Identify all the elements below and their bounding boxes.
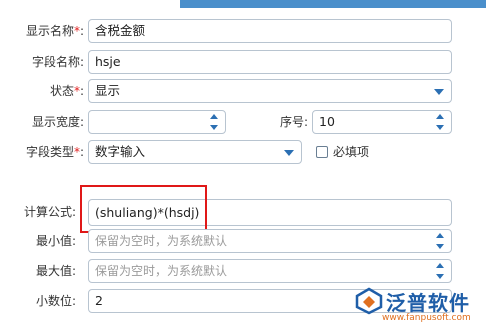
sequence-stepper[interactable] [436,114,444,130]
spin-up-icon[interactable] [210,114,218,119]
spin-up-icon[interactable] [436,233,444,238]
spin-up-icon[interactable] [436,263,444,268]
spin-up-icon[interactable] [436,114,444,119]
status-value: 显示 [95,83,121,98]
field-type-select[interactable]: 数字输入 [88,140,302,164]
status-label: 状态*: [49,84,84,98]
sequence-input[interactable]: 10 [312,110,452,134]
display-name-input[interactable]: 含税金额 [88,19,452,43]
chevron-down-icon[interactable] [284,150,294,156]
max-value-label: 最大值: [35,264,76,278]
max-value-stepper[interactable] [436,263,444,279]
logo-mark-icon [355,287,383,315]
max-value-input[interactable]: 保留为空时，为系统默认 [88,259,452,283]
min-value-input[interactable]: 保留为空时，为系统默认 [88,229,452,253]
max-value-placeholder: 保留为空时，为系统默认 [95,264,228,278]
display-width-input[interactable] [88,110,226,134]
field-name-value: hsje [95,54,121,69]
min-value-placeholder: 保留为空时，为系统默认 [95,234,228,248]
spin-down-icon[interactable] [436,125,444,130]
field-type-label: 字段类型*: [25,145,84,159]
brand-name: 泛普软件 [386,291,470,315]
sequence-value: 10 [319,114,335,129]
chevron-down-icon[interactable] [434,89,444,95]
brand-logo: 泛普软件 www.fanpusoft.com [354,285,484,331]
header-accent-bar [180,0,486,8]
decimals-label: 小数位: [35,294,76,308]
highlight-box [80,185,207,233]
sequence-label: 序号: [279,115,308,129]
spin-down-icon[interactable] [436,244,444,249]
display-name-value: 含税金额 [95,23,146,38]
field-type-value: 数字输入 [95,144,146,159]
min-value-stepper[interactable] [436,233,444,249]
display-width-label: 显示宽度: [31,115,84,129]
display-width-stepper[interactable] [210,114,218,130]
field-name-label: 字段名称: [31,55,84,69]
display-name-label: 显示名称*: [25,24,84,38]
min-value-label: 最小值: [35,234,76,248]
status-select[interactable]: 显示 [88,79,452,103]
formula-label: 计算公式: [23,205,76,219]
spin-down-icon[interactable] [436,274,444,279]
required-checkbox[interactable] [316,146,328,158]
spin-down-icon[interactable] [210,125,218,130]
field-name-input[interactable]: hsje [88,50,452,74]
required-checkbox-label[interactable]: 必填项 [333,140,369,164]
brand-url: www.fanpusoft.com [382,313,471,323]
decimals-value: 2 [95,293,103,308]
